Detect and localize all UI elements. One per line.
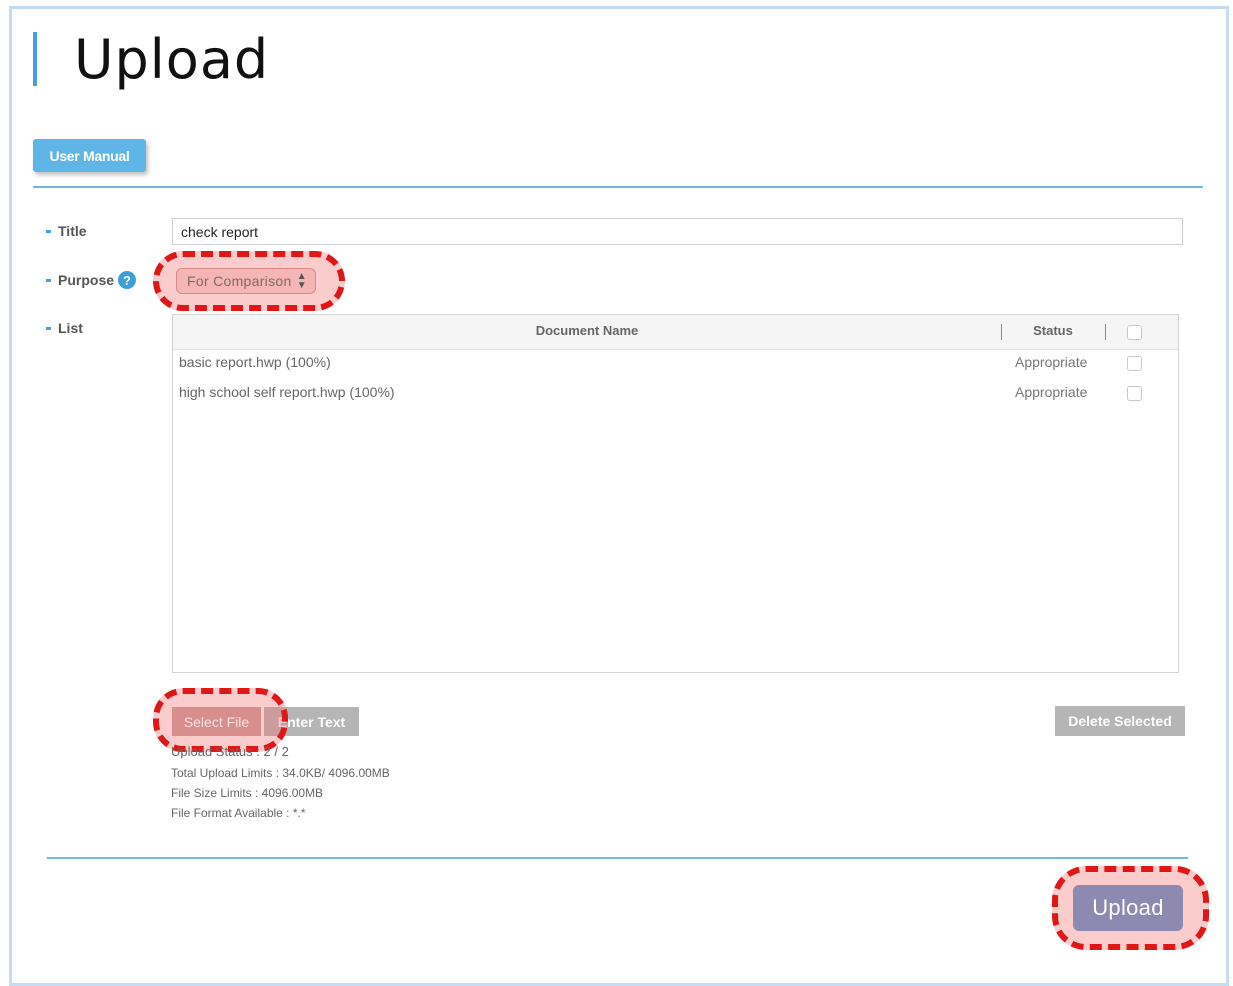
list-header: Document Name Status <box>173 315 1178 350</box>
help-icon[interactable]: ? <box>118 271 137 289</box>
total-upload-limits-text: Total Upload Limits : 34.0KB/ 4096.00MB <box>171 766 390 780</box>
purpose-label-text: Purpose <box>58 272 115 288</box>
delete-selected-button[interactable]: Delete Selected <box>1055 706 1185 736</box>
file-size-limits-text: File Size Limits : 4096.00MB <box>171 786 324 800</box>
bullet-icon <box>46 326 51 330</box>
table-row: basic report.hwp (100%) Appropriate <box>173 349 1178 377</box>
document-status: Appropriate <box>1015 354 1088 370</box>
row-checkbox[interactable] <box>1127 356 1142 371</box>
document-status: Appropriate <box>1015 384 1088 400</box>
purpose-label: Purpose ? <box>46 271 137 289</box>
column-document-name: Document Name <box>535 323 639 338</box>
document-name: high school self report.hwp (100%) <box>179 384 395 400</box>
purpose-select-value: For Comparison <box>187 273 292 289</box>
user-manual-button[interactable]: User Manual <box>33 139 146 172</box>
file-format-text: File Format Available : *.* <box>171 806 306 820</box>
top-divider <box>33 186 1203 188</box>
upload-status-text: Upload Status : 2 / 2 <box>171 744 289 759</box>
select-file-button[interactable]: Select File <box>172 707 261 736</box>
page-title: Upload <box>74 28 270 91</box>
title-input[interactable] <box>172 218 1183 245</box>
title-label: Title <box>46 223 87 239</box>
column-separator <box>1105 324 1106 340</box>
purpose-select[interactable]: For Comparison ▲ ▼ <box>176 268 316 294</box>
select-all-checkbox[interactable] <box>1127 325 1142 340</box>
list-label: List <box>46 320 83 336</box>
bullet-icon <box>46 229 51 233</box>
title-label-text: Title <box>58 223 87 239</box>
row-checkbox[interactable] <box>1127 386 1142 401</box>
title-accent-bar <box>33 32 37 86</box>
table-row: high school self report.hwp (100%) Appro… <box>173 379 1178 407</box>
bullet-icon <box>46 278 51 282</box>
select-arrows-icon: ▲ ▼ <box>296 271 307 291</box>
upload-button[interactable]: Upload <box>1073 885 1183 931</box>
list-label-text: List <box>58 320 83 336</box>
document-list: Document Name Status basic report.hwp (1… <box>172 314 1179 673</box>
document-name: basic report.hwp (100%) <box>179 354 331 370</box>
column-status: Status <box>1033 323 1073 338</box>
bottom-divider <box>47 857 1188 859</box>
